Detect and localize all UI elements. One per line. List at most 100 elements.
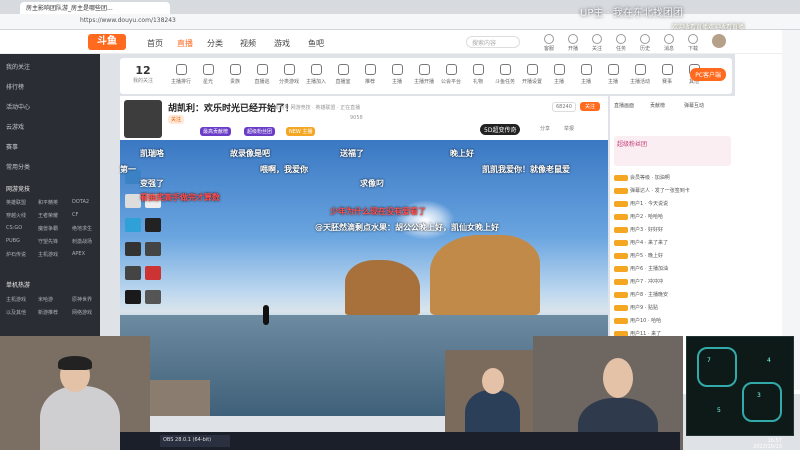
download-icon: [688, 34, 698, 44]
chat-message-text: 用户9 · 贴贴: [630, 305, 658, 311]
follow-count-widget[interactable]: 12 我的关注: [128, 64, 158, 84]
room-tag[interactable]: NEW 主播: [286, 127, 316, 136]
nav-item-games[interactable]: 游戏: [274, 38, 290, 49]
chat-message[interactable]: 用户3 · 好好好: [614, 226, 731, 235]
category-icon: [202, 64, 214, 75]
sidebar-category[interactable]: 米哈游: [38, 296, 53, 303]
chat-tab[interactable]: 直播画面: [614, 102, 634, 109]
chat-message-text: 会员等级 · 加油啊: [630, 175, 670, 181]
sidebar-category[interactable]: 以及其他: [6, 309, 26, 316]
room-tag[interactable]: 关注: [168, 115, 185, 124]
sidebar-category[interactable]: 守望先锋: [38, 238, 58, 245]
sidebar-category[interactable]: CF: [72, 212, 78, 218]
share-button[interactable]: 分享: [540, 125, 550, 132]
chat-message[interactable]: 用户7 · 冲冲冲: [614, 278, 731, 287]
sidebar-category[interactable]: 魔兽争霸: [38, 225, 58, 232]
category-icon: [526, 64, 538, 75]
sidebar-category[interactable]: CS:GO: [6, 225, 22, 231]
follow-button[interactable]: 关注: [580, 102, 601, 111]
sidebar-item-follow[interactable]: 我的关注: [6, 62, 30, 71]
desktop-icon: [125, 242, 141, 256]
user-badge-icon: [614, 265, 628, 272]
streamer-avatar[interactable]: [124, 100, 162, 138]
sidebar-item-cloud-game[interactable]: 云游戏: [6, 122, 24, 131]
chat-tab[interactable]: 贡献榜: [650, 102, 665, 109]
nav-tool-task[interactable]: 任务: [609, 34, 633, 52]
sidebar-category[interactable]: 网络游戏: [72, 309, 92, 316]
task-icon: [616, 34, 626, 44]
browser-tab[interactable]: 房主影响团队游_房主是哪些团...: [20, 2, 170, 14]
url-field[interactable]: https://www.douyu.com/138243: [80, 17, 480, 28]
minimap-label: 3: [757, 392, 761, 399]
user-avatar[interactable]: [712, 34, 726, 48]
chat-message[interactable]: 用户4 · 来了来了: [614, 239, 731, 248]
category-label: 开播设置: [521, 79, 542, 85]
danmaku-comment: 变强了: [140, 179, 164, 188]
chat-message[interactable]: 用户6 · 主播加油: [614, 265, 731, 274]
sidebar-category[interactable]: 和平精英: [38, 199, 58, 206]
category-label: 主播: [391, 79, 402, 85]
sidebar-category[interactable]: 英雄联盟: [6, 199, 26, 206]
category-label: 推荐: [364, 79, 375, 85]
nav-tool-history[interactable]: 历史: [633, 34, 657, 52]
chat-message[interactable]: 用户2 · 哈哈哈: [614, 213, 731, 222]
sidebar-category[interactable]: 新游推荐: [38, 309, 58, 316]
follow-count-label: 我的关注: [132, 78, 153, 84]
category-label: 主播: [580, 79, 591, 85]
report-button[interactable]: 举报: [564, 125, 574, 132]
desktop-icon: [145, 290, 161, 304]
sidebar-category[interactable]: 原神世界: [72, 296, 92, 303]
nav-item-category[interactable]: 分类: [207, 38, 223, 49]
sidebar-category[interactable]: 穿越火线: [6, 212, 26, 219]
nav-tool-download[interactable]: 下载: [681, 34, 705, 52]
chat-message[interactable]: 用户10 · 哈哈: [614, 317, 731, 326]
sidebar-item-esports[interactable]: 赛事: [6, 142, 18, 151]
nav-tool-follow[interactable]: 关注: [585, 34, 609, 52]
sidebar-category[interactable]: 王者荣耀: [38, 212, 58, 219]
site-logo[interactable]: 斗鱼: [88, 34, 126, 50]
event-badge[interactable]: 5D超变传奇: [480, 124, 521, 135]
taskbar-obs[interactable]: OBS 28.0.1 (64-bit): [160, 435, 230, 447]
sidebar-item-common[interactable]: 常用分类: [6, 162, 30, 171]
sidebar-category[interactable]: 主机游戏: [6, 296, 26, 303]
sidebar-category[interactable]: 绝地求生: [72, 225, 92, 232]
sidebar-category[interactable]: APEX: [72, 251, 85, 257]
webcam-center: [445, 350, 533, 432]
chat-message[interactable]: 会员等级 · 加油啊: [614, 174, 731, 183]
search-input[interactable]: 搜索内容: [466, 36, 520, 48]
camera-icon: [568, 34, 578, 44]
chat-message[interactable]: 用户5 · 晚上好: [614, 252, 731, 261]
nav-item-live[interactable]: 直播: [177, 38, 193, 49]
chat-message[interactable]: 用户1 · 今天说说: [614, 200, 731, 209]
sidebar-category[interactable]: 主机游戏: [38, 251, 58, 258]
nav-tool-broadcast[interactable]: 开播: [561, 34, 585, 52]
danmaku-comment: 凯瑞咯: [140, 149, 164, 158]
user-badge-icon: [614, 239, 628, 246]
nav-item-home[interactable]: 首页: [147, 38, 163, 49]
sidebar-item-events[interactable]: 活动中心: [6, 102, 30, 111]
clock-date: 2022/10/13: [753, 444, 782, 450]
user-badge-icon: [614, 213, 628, 220]
headset-icon: [544, 34, 554, 44]
sidebar-category[interactable]: PUBG: [6, 238, 20, 244]
nav-tool-message[interactable]: 消息: [657, 34, 681, 52]
room-tag[interactable]: 超级粉丝团: [244, 127, 276, 136]
danmaku-comment: 求像叼: [360, 179, 384, 188]
chat-message[interactable]: 弹幕达人 · 发了一张签到卡: [614, 187, 731, 196]
sidebar-item-rank[interactable]: 排行榜: [6, 82, 24, 91]
sidebar-category[interactable]: 炉石传说: [6, 251, 26, 258]
person-head: [603, 358, 633, 398]
pc-client-button[interactable]: PC客户端: [690, 68, 726, 81]
category-label: 礼物: [472, 79, 483, 85]
category-label: 公会平台: [440, 79, 461, 85]
chat-tab[interactable]: 弹幕互动: [684, 102, 704, 109]
nav-item-yuba[interactable]: 鱼吧: [308, 38, 324, 49]
nav-tool-service[interactable]: 客服: [537, 34, 561, 52]
chat-message[interactable]: 用户8 · 主播晚安: [614, 291, 731, 300]
nav-item-video[interactable]: 视频: [240, 38, 256, 49]
room-tag[interactable]: 最高贡献榜: [200, 127, 232, 136]
fan-club-banner[interactable]: 超级粉丝团: [614, 136, 731, 166]
sidebar-category[interactable]: DOTA2: [72, 199, 89, 205]
chat-message[interactable]: 用户9 · 贴贴: [614, 304, 731, 313]
sidebar-category[interactable]: 刺激战场: [72, 238, 92, 245]
